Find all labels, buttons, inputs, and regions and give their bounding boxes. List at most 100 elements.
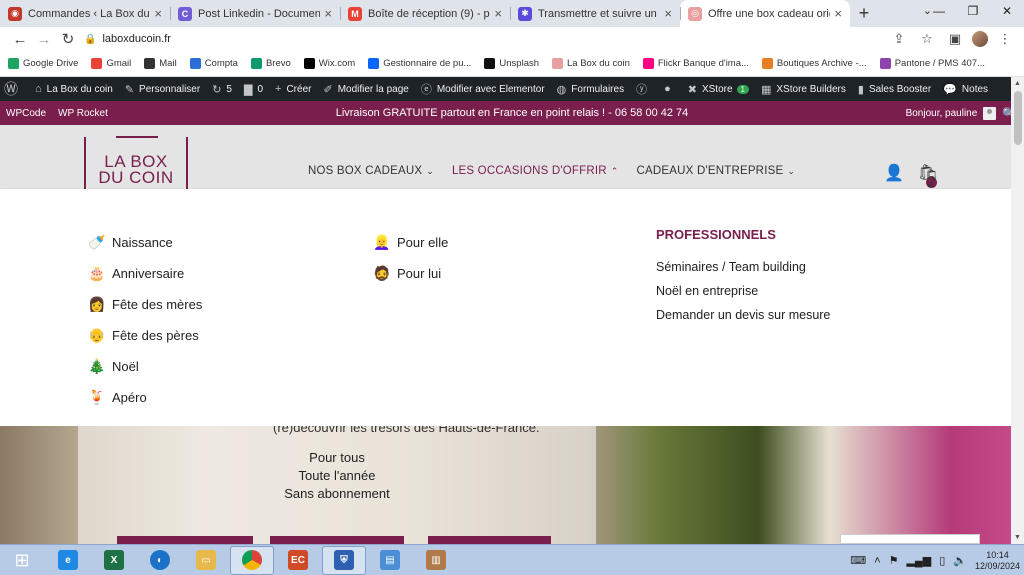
network-icon[interactable]: ▂▄▆	[906, 554, 931, 567]
scroll-down-icon[interactable]: ▼	[1011, 531, 1024, 544]
reload-icon[interactable]: ↻	[56, 27, 80, 51]
wp-create[interactable]: + Créer	[275, 83, 311, 95]
wp-site-name[interactable]: ⌂ La Box du coin	[35, 83, 113, 95]
minimize-icon[interactable]: —	[922, 0, 956, 22]
wp-edit-page[interactable]: ✐ Modifier la page	[323, 83, 408, 96]
menu-link-seminaires[interactable]: Séminaires / Team building	[656, 255, 830, 279]
menu-item[interactable]: 👩 Fête des mères	[86, 289, 202, 320]
scroll-up-icon[interactable]: ▲	[1011, 77, 1024, 90]
wp-forms[interactable]: ◍ Formulaires	[557, 83, 624, 96]
nav-item-occasions[interactable]: LES OCCASIONS D'OFFRIR ⌃	[452, 165, 619, 177]
browser-tab-active[interactable]: ◎ Offre une box cadeau originale ×	[680, 0, 850, 27]
wp-customize[interactable]: ✎ Personnaliser	[125, 83, 200, 96]
battery-icon[interactable]: ▯	[939, 554, 945, 567]
system-clock[interactable]: 10:14 12/09/2024	[975, 550, 1020, 572]
menu-item[interactable]: 🍼 Naissance	[86, 227, 202, 258]
close-icon[interactable]: ×	[324, 6, 332, 21]
nav-item-box-cadeaux[interactable]: NOS BOX CADEAUX ⌄	[308, 165, 434, 177]
close-icon[interactable]: ×	[834, 6, 842, 21]
forward-icon[interactable]: →	[32, 27, 56, 51]
flag-icon[interactable]: ⚑	[889, 554, 899, 567]
hero-cta-button[interactable]	[117, 536, 253, 544]
bookmark-star-icon[interactable]: ☆	[916, 31, 938, 47]
start-button[interactable]: ⊞	[0, 546, 44, 575]
browser-tab[interactable]: ◉ Commandes ‹ La Box du coin — ×	[0, 0, 170, 27]
user-avatar-icon[interactable]	[983, 106, 997, 120]
notes-icon: 💬	[943, 83, 957, 96]
excel-icon[interactable]: X	[92, 546, 136, 575]
menu-kebab-icon[interactable]: ⋮	[994, 31, 1016, 47]
menu-link-noel-entreprise[interactable]: Noël en entreprise	[656, 279, 830, 303]
bookmark-favicon-icon	[484, 58, 496, 69]
wp-notes[interactable]: 💬 Notes	[943, 83, 988, 96]
keyboard-icon[interactable]: ⌨	[850, 554, 866, 567]
close-icon[interactable]: ×	[664, 6, 672, 21]
security-shield-icon[interactable]: ⛨	[322, 545, 366, 575]
browser-tab[interactable]: M Boîte de réception (9) - pauline ×	[340, 0, 510, 27]
plus-icon: +	[275, 83, 282, 95]
close-window-icon[interactable]: ✕	[990, 0, 1024, 22]
photos-icon[interactable]: ▤	[368, 546, 412, 575]
profile-avatar[interactable]	[972, 31, 988, 47]
volume-icon[interactable]: 🔈	[953, 554, 967, 567]
menu-item[interactable]: 🎂 Anniversaire	[86, 258, 202, 289]
bookmark-item[interactable]: Gmail	[91, 58, 131, 69]
status-dot-icon[interactable]: ●	[664, 83, 676, 95]
page-scrollbar[interactable]: ▲ ▼	[1011, 77, 1024, 544]
new-tab-button[interactable]: +	[850, 0, 878, 27]
restore-icon[interactable]: ❐	[956, 0, 990, 22]
menu-link-devis[interactable]: Demander un devis sur mesure	[656, 303, 830, 327]
chat-widget[interactable]	[840, 534, 980, 544]
bookmark-item[interactable]: Wix.com	[303, 58, 355, 69]
menu-item[interactable]: 👴 Fête des pères	[86, 320, 202, 351]
bookmarks-bar: Google Drive Gmail Mail Compta Brevo Wix.com G…	[0, 51, 1024, 77]
bookmark-favicon-icon	[250, 58, 262, 69]
bookmark-item[interactable]: Google Drive	[8, 58, 78, 69]
bookmark-item[interactable]: La Box du coin	[552, 58, 630, 69]
hero-cta-button[interactable]	[428, 536, 551, 544]
wp-updates[interactable]: ↻ 5	[212, 83, 232, 96]
greeting-link[interactable]: Bonjour, pauline	[906, 108, 978, 119]
menu-item[interactable]: 🎄 Noël	[86, 351, 202, 382]
wordpress-logo-icon[interactable]: Ⓦ	[4, 79, 23, 99]
browser-tab[interactable]: ✱ Transmettre et suivre un docum ×	[510, 0, 680, 27]
browser-tab[interactable]: C Post Linkedin - Document (A4) ×	[170, 0, 340, 27]
bookmark-item[interactable]: Compta	[189, 58, 238, 69]
wp-elementor[interactable]: ⓔ Modifier avec Elementor	[421, 81, 545, 97]
bookmark-item[interactable]: Boutiques Archive -...	[761, 58, 867, 69]
close-icon[interactable]: ×	[494, 6, 502, 21]
easycut-icon[interactable]: EC	[276, 546, 320, 575]
lock-icon[interactable]: 🔒	[84, 34, 96, 45]
hero-cta-button[interactable]	[270, 536, 404, 544]
internet-explorer-icon[interactable]: e	[46, 546, 90, 575]
scrollbar-thumb[interactable]	[1014, 91, 1022, 145]
site-logo[interactable]: LA BOX DU COIN	[84, 136, 188, 189]
bookmark-item[interactable]: Brevo	[250, 58, 291, 69]
edge-icon[interactable]: ◐	[138, 546, 182, 575]
bookmark-item[interactable]: Pantone / PMS 407...	[879, 58, 985, 69]
bookmark-favicon-icon	[144, 58, 156, 69]
bookmark-item[interactable]: Gestionnaire de pu...	[368, 58, 471, 69]
share-icon[interactable]: ⇪	[888, 31, 910, 47]
wp-xstore-builders[interactable]: ▦ XStore Builders	[761, 83, 846, 96]
wp-sales-booster[interactable]: ▮ Sales Booster	[858, 83, 931, 96]
menu-item[interactable]: 🧔 Pour lui	[371, 258, 448, 289]
nav-item-entreprise[interactable]: CADEAUX D'ENTREPRISE ⌄	[637, 165, 796, 177]
close-icon[interactable]: ×	[154, 6, 162, 21]
bookmark-item[interactable]: Mail	[144, 58, 177, 69]
address-bar[interactable]: 🔒 laboxducoin.fr	[80, 29, 944, 49]
hero-card: (ré)découvrir les trésors des Hauts-de-F…	[78, 426, 596, 544]
wp-comments[interactable]: ▇ 0	[244, 83, 263, 96]
tray-chevron-icon[interactable]: ˄	[874, 555, 880, 567]
menu-item[interactable]: 🍹 Apéro	[86, 382, 202, 413]
back-icon[interactable]: ←	[8, 27, 32, 51]
yoast-icon[interactable]: ⓨ	[636, 81, 652, 97]
bookmark-item[interactable]: Flickr Banque d'ima...	[642, 58, 749, 69]
bookmark-item[interactable]: Unsplash	[484, 58, 539, 69]
wp-xstore[interactable]: ✖ XStore 1	[688, 83, 749, 96]
archive-icon[interactable]: ▥	[414, 546, 458, 575]
file-explorer-icon[interactable]: ▭	[184, 546, 228, 575]
side-panel-icon[interactable]: ▣	[944, 31, 966, 47]
chrome-icon[interactable]	[230, 545, 274, 575]
menu-item[interactable]: 👱‍♀️ Pour elle	[371, 227, 448, 258]
